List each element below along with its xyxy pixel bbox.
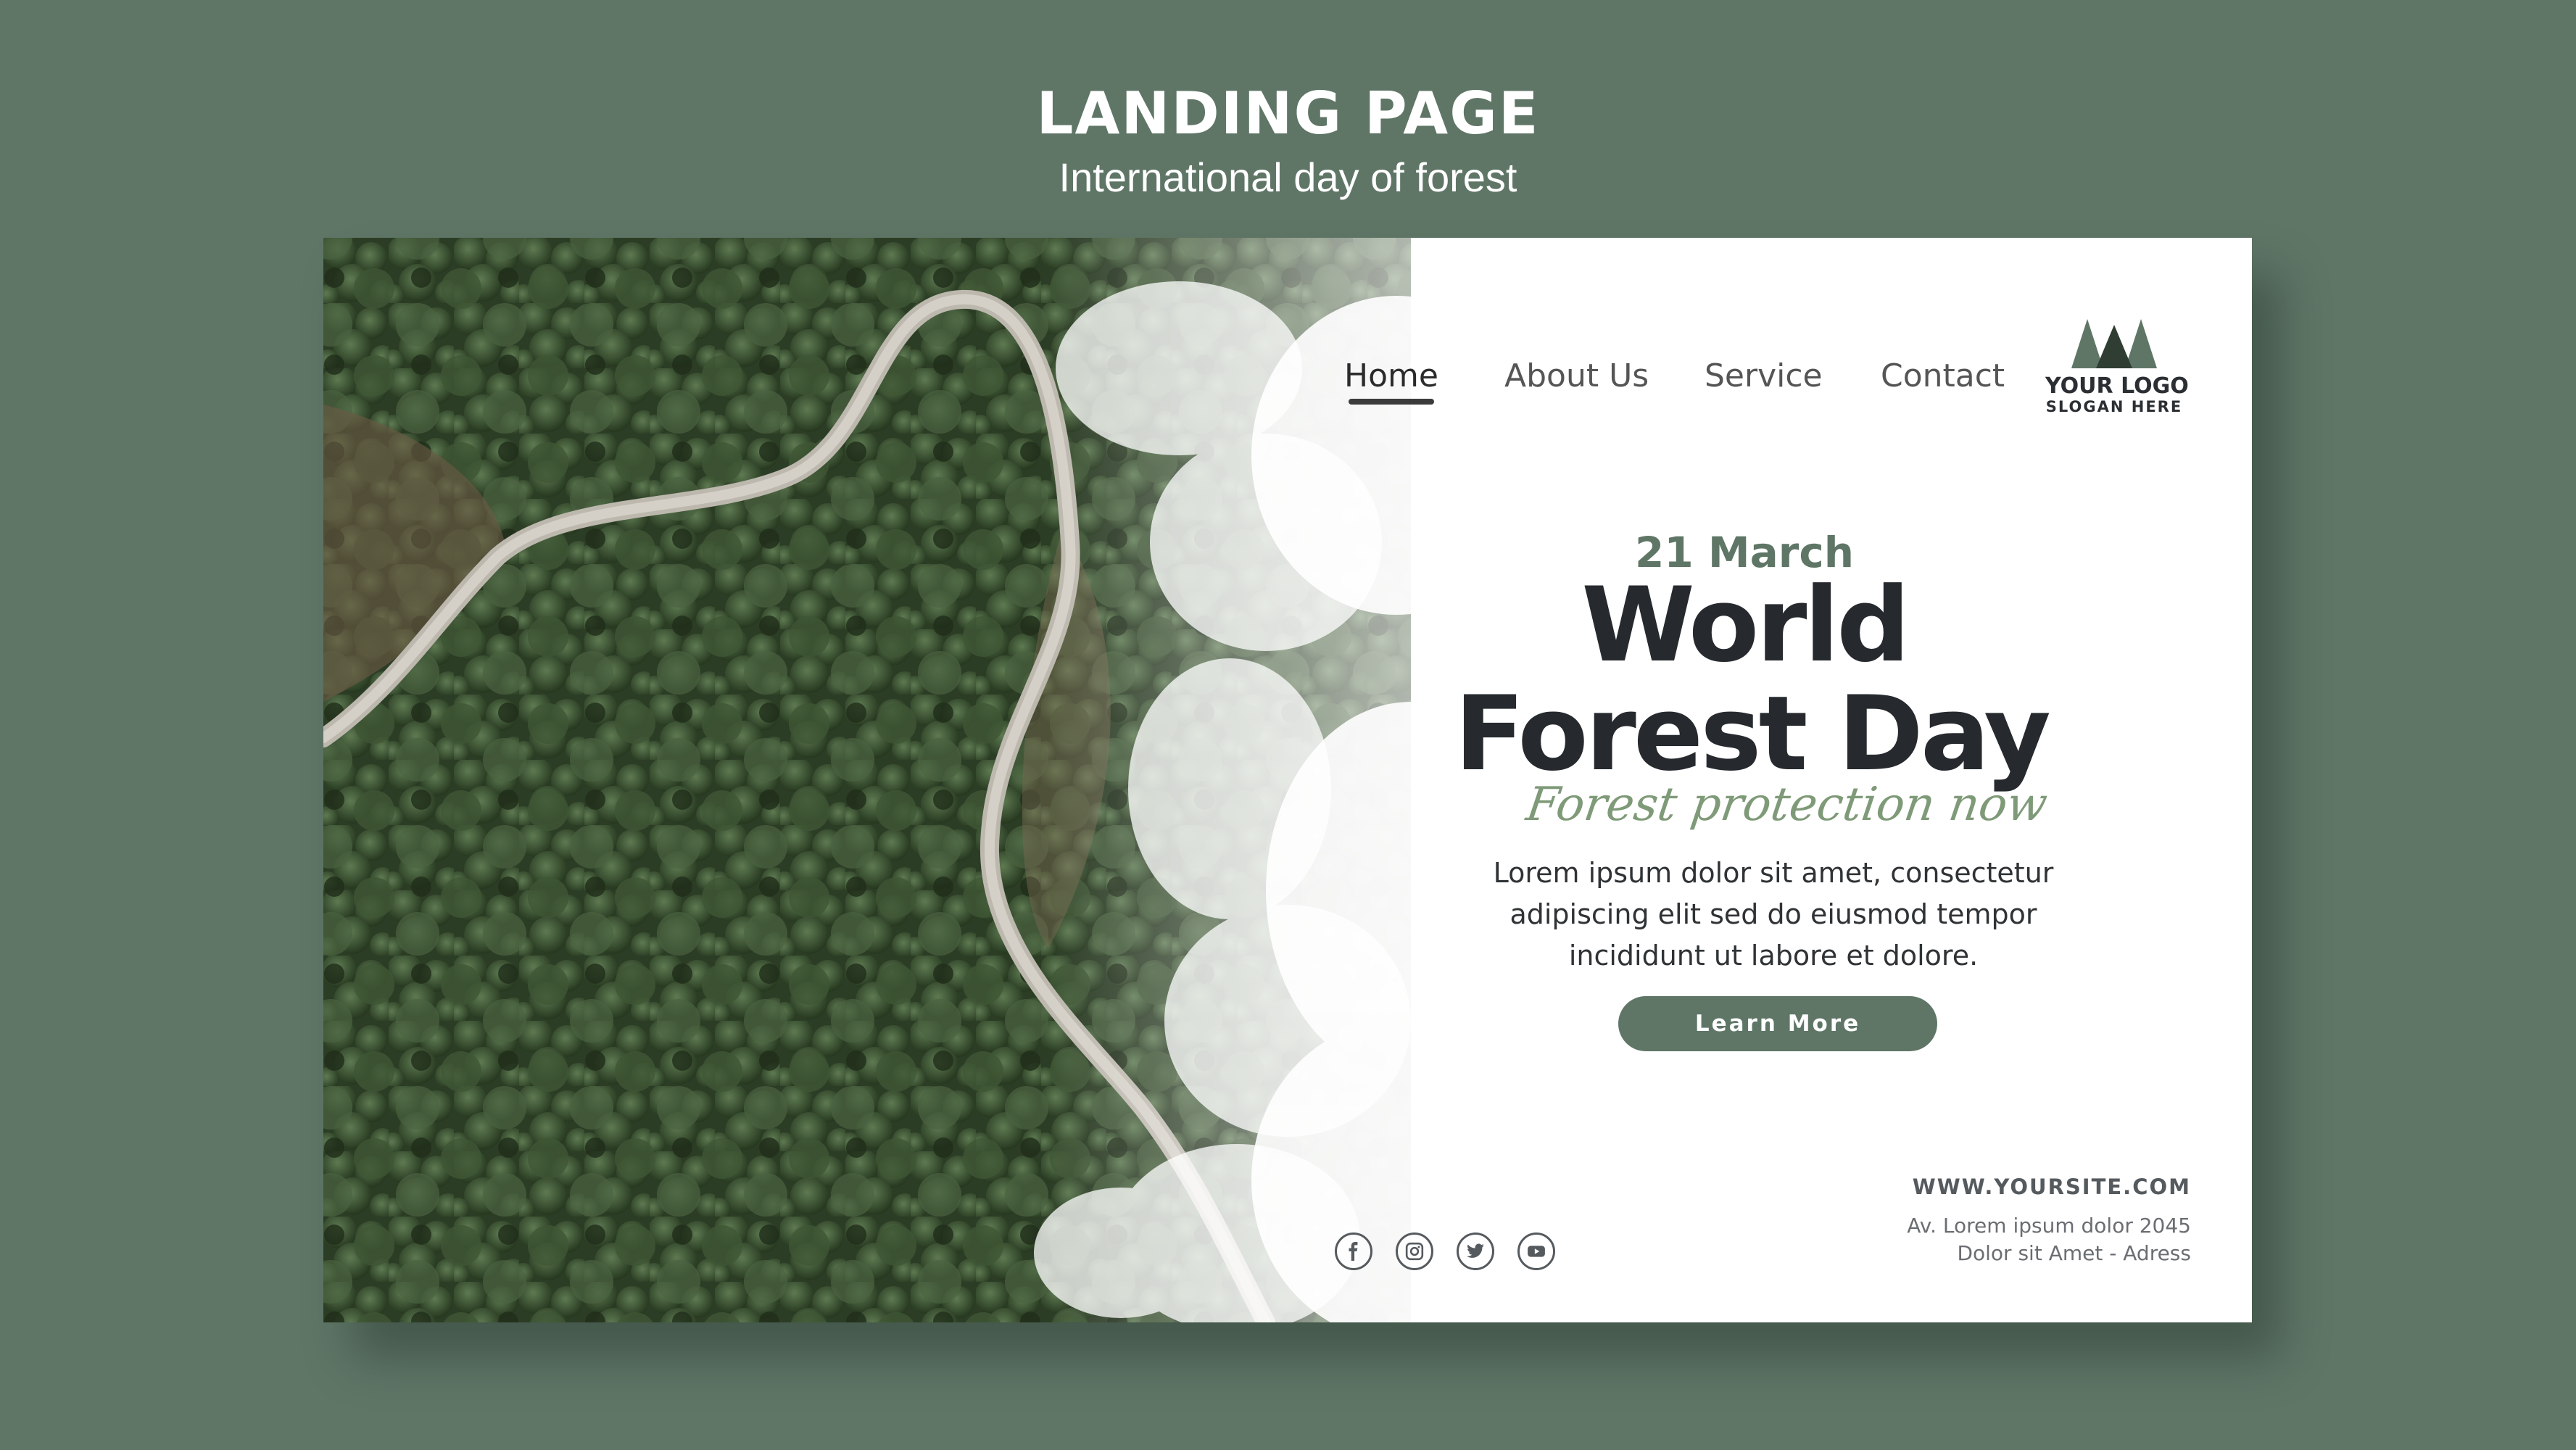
- website-url[interactable]: WWW.YOURSITE.COM: [1913, 1174, 2191, 1199]
- logo-text: YOUR LOGO: [2045, 373, 2189, 399]
- logo-slogan: SLOGAN HERE: [2045, 398, 2183, 415]
- social-links: [1335, 1232, 1555, 1270]
- nav-service[interactable]: Service: [1705, 357, 1823, 394]
- brand-logo[interactable]: YOUR LOGO SLOGAN HERE: [2045, 318, 2189, 415]
- nav-contact[interactable]: Contact: [1881, 357, 2005, 394]
- nav-about-us[interactable]: About Us: [1504, 357, 1649, 394]
- youtube-icon[interactable]: [1517, 1232, 1555, 1270]
- facebook-icon[interactable]: [1335, 1232, 1372, 1270]
- twitter-icon[interactable]: [1457, 1232, 1494, 1270]
- headline-line-2: Forest Day: [1454, 674, 2051, 794]
- nav-active-indicator: [1349, 399, 1434, 405]
- learn-more-button[interactable]: Learn More: [1618, 996, 1937, 1051]
- presentation-title: LANDING PAGE: [1036, 80, 1540, 147]
- script-tagline: Forest protection now: [1523, 778, 2051, 832]
- pine-trees-icon: [2071, 319, 2157, 368]
- address-line-2: Dolor sit Amet - Adress: [1957, 1241, 2191, 1265]
- address-line-1: Av. Lorem ipsum dolor 2045: [1907, 1214, 2191, 1238]
- description-line-3: incididunt ut labore et dolore.: [1568, 940, 1979, 972]
- description-line-2: adipiscing elit sed do eiusmod tempor: [1509, 898, 2037, 930]
- instagram-icon[interactable]: [1396, 1232, 1433, 1270]
- headline-line-1: World: [1581, 566, 1910, 685]
- nav-home[interactable]: Home: [1344, 357, 1438, 394]
- landing-page-mockup: Home About Us Service Contact YOUR LOGO …: [323, 238, 2252, 1322]
- description-line-1: Lorem ipsum dolor sit amet, consectetur: [1493, 857, 2054, 889]
- hero-description: Lorem ipsum dolor sit amet, consectetur …: [1483, 853, 2063, 977]
- presentation-subtitle: International day of forest: [1059, 154, 1517, 200]
